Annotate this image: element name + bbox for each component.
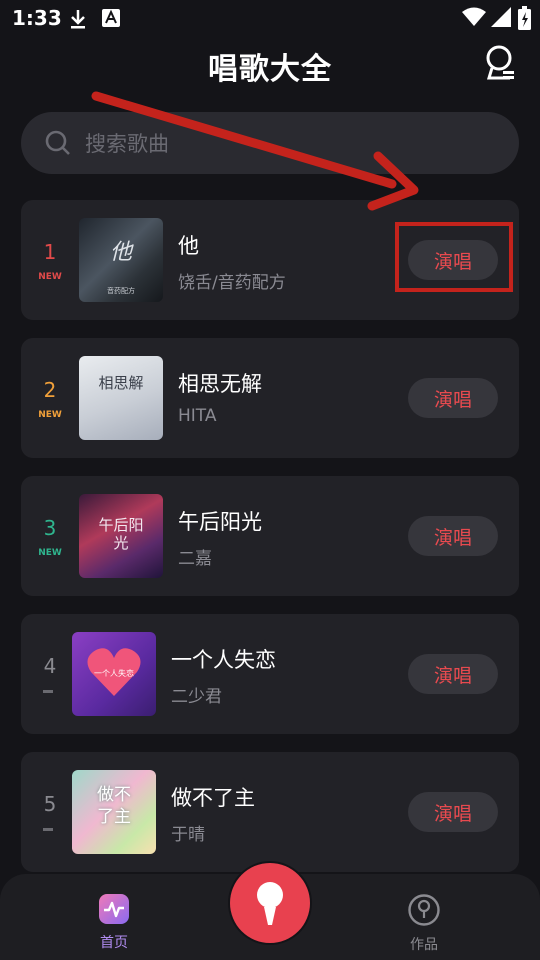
cover-title: 他 bbox=[109, 240, 132, 265]
song-title: 一个人失恋 bbox=[171, 648, 276, 672]
song-artist: 二嘉 bbox=[178, 549, 212, 569]
song-rank: 5 bbox=[43, 792, 57, 816]
sing-button[interactable]: 演唱 bbox=[408, 654, 498, 694]
song-card[interactable]: 4 一个人失恋 一个人失恋 二少君 演唱 bbox=[21, 614, 519, 734]
song-title: 做不了主 bbox=[171, 786, 255, 810]
song-card[interactable]: 3 NEW 午后阳光 午后阳光 二嘉 演唱 bbox=[21, 476, 519, 596]
page-title: 唱歌大全 bbox=[208, 52, 332, 87]
song-title: 他 bbox=[178, 234, 199, 258]
microphone-icon bbox=[257, 882, 283, 925]
nav-works[interactable]: 作品 bbox=[389, 894, 459, 954]
sing-mic-button[interactable] bbox=[230, 863, 310, 943]
battery-icon bbox=[518, 6, 531, 30]
song-artist: 于晴 bbox=[171, 825, 205, 845]
album-cover: 午后阳光 bbox=[79, 494, 163, 578]
search-bar[interactable] bbox=[21, 112, 519, 174]
song-artist: HITA bbox=[178, 406, 217, 426]
cover-title: 相思解 bbox=[98, 374, 144, 392]
home-icon bbox=[99, 894, 129, 924]
rank-unchanged-dash bbox=[43, 828, 53, 831]
cover-title: 午后阳光 bbox=[98, 516, 144, 552]
wifi-icon bbox=[462, 7, 486, 26]
nav-home-label: 首页 bbox=[100, 935, 128, 951]
annotation-highlight-box bbox=[395, 222, 513, 292]
song-rank: 2 bbox=[43, 378, 57, 402]
profile-icon[interactable] bbox=[484, 44, 518, 82]
nav-works-label: 作品 bbox=[410, 937, 438, 953]
new-badge: NEW bbox=[38, 548, 62, 558]
song-artist: 饶舌/音药配方 bbox=[178, 273, 286, 293]
song-rank: 4 bbox=[43, 654, 57, 678]
song-card[interactable]: 5 做不了主 做不了主 于晴 演唱 bbox=[21, 752, 519, 872]
download-icon bbox=[71, 10, 85, 29]
signal-icon bbox=[491, 7, 511, 27]
song-title: 午后阳光 bbox=[178, 510, 262, 534]
song-card[interactable]: 2 NEW 相思解 相思无解 HITA 演唱 bbox=[21, 338, 519, 458]
sing-button[interactable]: 演唱 bbox=[408, 792, 498, 832]
nav-home[interactable]: 首页 bbox=[79, 894, 149, 952]
app-header: 唱歌大全 bbox=[0, 36, 540, 92]
status-time: 1:33 bbox=[12, 6, 62, 30]
cover-title: 一个人失恋 bbox=[94, 669, 134, 678]
song-rank: 1 bbox=[43, 240, 57, 264]
song-artist: 二少君 bbox=[171, 687, 222, 707]
album-cover: 做不了主 bbox=[72, 770, 156, 854]
album-cover: 相思解 bbox=[79, 356, 163, 440]
works-icon bbox=[408, 894, 440, 926]
sing-button[interactable]: 演唱 bbox=[408, 378, 498, 418]
search-icon bbox=[45, 130, 70, 155]
album-cover: 一个人失恋 bbox=[72, 632, 156, 716]
sing-button[interactable]: 演唱 bbox=[408, 516, 498, 556]
cover-caption: 音药配方 bbox=[107, 287, 135, 295]
search-input[interactable] bbox=[83, 126, 487, 162]
new-badge: NEW bbox=[38, 410, 62, 420]
rank-unchanged-dash bbox=[43, 690, 53, 693]
cover-title: 做不了主 bbox=[97, 785, 131, 827]
song-title: 相思无解 bbox=[178, 372, 262, 396]
new-badge: NEW bbox=[38, 272, 62, 282]
app-notification-icon bbox=[102, 9, 120, 27]
album-cover: 他 音药配方 bbox=[79, 218, 163, 302]
song-rank: 3 bbox=[43, 516, 57, 540]
status-bar: 1:33 bbox=[0, 0, 540, 36]
